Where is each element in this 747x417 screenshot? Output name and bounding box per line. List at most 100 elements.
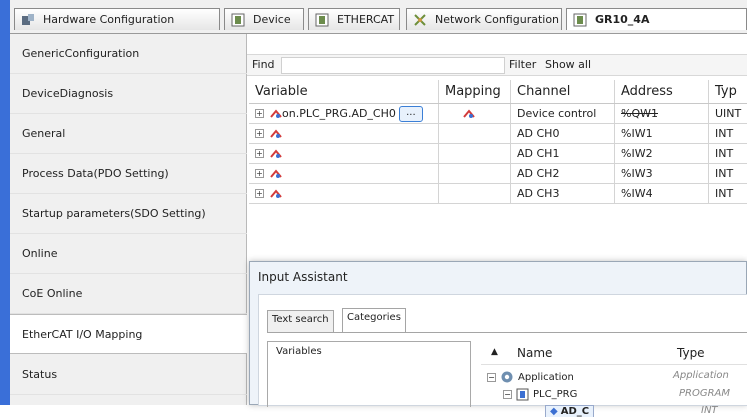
input-assistant-dialog: Input Assistant Text search Categories V… xyxy=(249,261,747,417)
sidebar-item-label: Process Data(PDO Setting) xyxy=(22,167,169,180)
io-mapping-table: Variable Mapping Channel Address Typ + o… xyxy=(249,80,747,204)
tab-network-configuration[interactable]: Network Configuration xyxy=(406,8,562,30)
sidebar-item-startup-parameters[interactable]: Startup parameters(SDO Setting) xyxy=(10,194,247,234)
type-cell: INT xyxy=(715,127,734,140)
channel-cell: AD CH3 xyxy=(511,184,615,203)
channel-cell: AD CH1 xyxy=(511,144,615,163)
tab-label: ETHERCAT xyxy=(337,13,395,26)
sidebar-item-general[interactable]: General xyxy=(10,114,247,154)
column-header-channel[interactable]: Channel xyxy=(511,80,615,103)
mapping-icon xyxy=(270,168,282,178)
editor-tab-bar: Hardware Configuration Device ETHERCAT N… xyxy=(10,0,747,34)
table-row[interactable]: + AD CH2 %IW3 INT xyxy=(249,164,747,184)
tab-gr10-4a[interactable]: GR10_4A xyxy=(566,8,747,30)
type-cell: INT xyxy=(715,167,734,180)
sidebar-item-ethercat-io-mapping[interactable]: EtherCAT I/O Mapping xyxy=(10,314,247,354)
table-row[interactable]: + on.PLC_PRG.AD_CH0 ... Device control %… xyxy=(249,104,747,124)
table-row[interactable]: + AD CH1 %IW2 INT xyxy=(249,144,747,164)
filter-select[interactable]: Show all xyxy=(545,58,591,71)
tree-item-type: PROGRAM xyxy=(679,388,731,399)
sidebar-item-label: General xyxy=(22,127,66,140)
expand-icon[interactable]: + xyxy=(255,129,264,138)
sidebar-item-generic-configuration[interactable]: GenericConfiguration xyxy=(10,34,247,74)
sidebar-item-label: GenericConfiguration xyxy=(22,47,140,60)
collapse-icon[interactable]: − xyxy=(487,372,496,382)
column-header-type[interactable]: Type xyxy=(677,346,705,360)
mapping-icon xyxy=(270,128,282,138)
tree-row-plc-prg[interactable]: − PLC_PRG PROGRAM xyxy=(481,385,747,405)
sidebar-item-label: Online xyxy=(22,247,58,260)
application-icon xyxy=(501,371,513,383)
type-cell: INT xyxy=(715,147,734,160)
tree-row-application[interactable]: − Application Application xyxy=(481,367,747,387)
expand-icon[interactable]: + xyxy=(255,109,264,118)
categories-list: Variables xyxy=(267,341,471,407)
column-header-name[interactable]: Name xyxy=(517,346,552,360)
tab-hardware-configuration[interactable]: Hardware Configuration xyxy=(14,8,220,30)
device-icon xyxy=(315,13,329,26)
sidebar-item-status[interactable]: Status xyxy=(10,355,247,395)
mapping-cell xyxy=(439,104,511,123)
sidebar-item-process-data[interactable]: Process Data(PDO Setting) xyxy=(10,154,247,194)
address-cell: %IW4 xyxy=(615,184,709,203)
table-row[interactable]: + AD CH0 %IW1 INT xyxy=(249,124,747,144)
channel-cell: AD CH2 xyxy=(511,164,615,183)
variable-cell: + xyxy=(249,184,439,203)
tab-device[interactable]: Device xyxy=(224,8,304,30)
find-label: Find xyxy=(252,58,275,71)
dialog-body: Text search Categories Variables ▲ Name … xyxy=(258,294,747,417)
tab-label: Network Configuration xyxy=(435,13,560,26)
sidebar-item-label: Startup parameters(SDO Setting) xyxy=(22,207,206,220)
tree-item-label: AD_C xyxy=(560,406,590,417)
sidebar-item-label: EtherCAT I/O Mapping xyxy=(22,327,143,341)
left-accent-bar xyxy=(0,0,10,405)
category-item-variables[interactable]: Variables xyxy=(276,346,462,357)
dialog-title: Input Assistant xyxy=(258,270,348,284)
tree-row-ad-c[interactable]: ◆ AD_C INT xyxy=(481,403,747,417)
column-header-address[interactable]: Address xyxy=(615,80,709,103)
sort-asc-icon[interactable]: ▲ xyxy=(491,347,498,357)
column-header-mapping[interactable]: Mapping xyxy=(439,80,511,103)
table-header: Variable Mapping Channel Address Typ xyxy=(249,80,747,104)
mapping-cell xyxy=(439,124,511,143)
sidebar-item-label: CoE Online xyxy=(22,287,83,300)
tree-item-label: Application xyxy=(518,371,574,383)
hardware-icon xyxy=(22,13,34,25)
find-input[interactable] xyxy=(281,57,505,74)
address-cell: %QW1 xyxy=(615,104,709,123)
table-row[interactable]: + AD CH3 %IW4 INT xyxy=(249,184,747,204)
variable-value[interactable]: on.PLC_PRG.AD_CH0 xyxy=(282,107,396,120)
tree-header: ▲ Name Type xyxy=(481,343,747,365)
tab-label: Hardware Configuration xyxy=(43,13,175,26)
device-editor-sidebar: GenericConfiguration DeviceDiagnosis Gen… xyxy=(10,34,247,405)
device-icon xyxy=(573,13,587,26)
tab-categories[interactable]: Categories xyxy=(342,308,406,332)
mapping-icon xyxy=(270,188,282,198)
sidebar-item-device-diagnosis[interactable]: DeviceDiagnosis xyxy=(10,74,247,114)
sidebar-item-online[interactable]: Online xyxy=(10,234,247,274)
find-bar: Find Filter Show all xyxy=(247,54,747,76)
collapse-icon[interactable]: − xyxy=(503,390,512,399)
expand-icon[interactable]: + xyxy=(255,169,264,178)
tab-ethercat[interactable]: ETHERCAT xyxy=(308,8,400,30)
variable-cell: + xyxy=(249,144,439,163)
tab-text-search[interactable]: Text search xyxy=(267,310,334,332)
address-cell: %IW1 xyxy=(615,124,709,143)
column-header-type[interactable]: Typ xyxy=(709,80,747,103)
variable-cell: + xyxy=(249,164,439,183)
tree-item-type: INT xyxy=(701,405,718,416)
expand-icon[interactable]: + xyxy=(255,149,264,158)
type-cell: INT xyxy=(715,187,734,200)
column-header-variable[interactable]: Variable xyxy=(249,80,439,103)
channel-cell: AD CH0 xyxy=(511,124,615,143)
browse-button[interactable]: ... xyxy=(398,105,423,122)
type-cell: UINT xyxy=(715,107,742,120)
symbol-tree: ▲ Name Type − Application Application − … xyxy=(481,341,747,417)
expand-icon[interactable]: + xyxy=(255,189,264,198)
variable-cell: + on.PLC_PRG.AD_CH0 ... xyxy=(249,104,439,123)
variable-cell: + xyxy=(249,124,439,143)
variable-icon: ◆ xyxy=(550,406,558,417)
mapping-cell xyxy=(439,164,511,183)
sidebar-item-coe-online[interactable]: CoE Online xyxy=(10,274,247,314)
tab-label: Device xyxy=(253,13,291,26)
